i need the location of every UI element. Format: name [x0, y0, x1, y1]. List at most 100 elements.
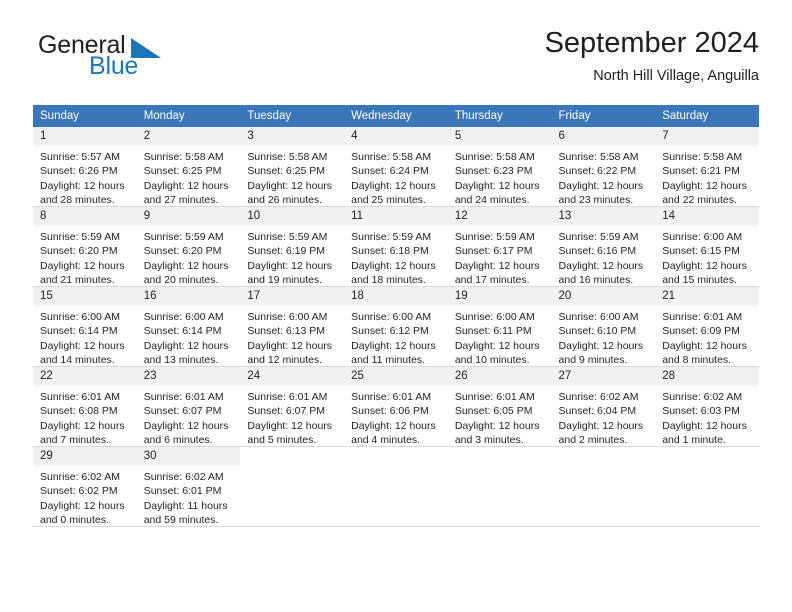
- sunset-text: Sunset: 6:11 PM: [454, 325, 532, 338]
- weekday-header-friday: Friday: [551, 105, 656, 127]
- sunrise-sunset-calendar: Sunday Monday Tuesday Wednesday Thursday…: [33, 105, 759, 527]
- day-number: 30: [136, 447, 241, 466]
- daylight-text: Daylight: 12 hours and 13 minutes.: [143, 339, 229, 366]
- daylight-text: Daylight: 12 hours and 21 minutes.: [40, 259, 125, 286]
- calendar-body: 1 Sunrise: 5:57 AM Sunset: 6:26 PM Daylight…: [33, 127, 759, 527]
- calendar-day-cell[interactable]: 30 Sunrise: 6:02 AM Sunset: 6:01 PM Dayligh…: [136, 447, 241, 527]
- day-details: [448, 466, 552, 526]
- calendar-day-cell[interactable]: 12 Sunrise: 5:59 AM Sunset: 6:17 PM Dayligh…: [447, 206, 552, 287]
- sunrise-text: Sunrise: 6:01 AM: [143, 391, 224, 403]
- calendar-day-cell[interactable]: 28 Sunrise: 6:02 AM Sunset: 6:03 PM Dayligh…: [655, 366, 759, 447]
- sunset-text: Sunset: 6:08 PM: [40, 405, 118, 418]
- sunset-text: Sunset: 6:19 PM: [247, 245, 326, 258]
- sunset-text: Sunset: 6:01 PM: [143, 485, 222, 498]
- daylight-text: Daylight: 12 hours and 0 minutes.: [40, 499, 125, 526]
- daylight-text: Daylight: 12 hours and 24 minutes.: [454, 179, 540, 206]
- daylight-text: Daylight: 12 hours and 23 minutes.: [558, 179, 644, 206]
- daylight-text: Daylight: 12 hours and 11 minutes.: [351, 339, 436, 366]
- day-number: 24: [240, 367, 345, 386]
- day-number: 26: [447, 367, 552, 386]
- sunset-text: Sunset: 6:25 PM: [247, 165, 326, 178]
- sunrise-text: Sunrise: 6:00 AM: [351, 311, 432, 323]
- calendar-day-cell[interactable]: 23 Sunrise: 6:01 AM Sunset: 6:07 PM Dayligh…: [136, 366, 241, 447]
- sunrise-text: Sunrise: 5:58 AM: [247, 151, 328, 163]
- calendar-day-cell-empty: [551, 447, 656, 527]
- calendar-day-cell[interactable]: 10 Sunrise: 5:59 AM Sunset: 6:19 PM Dayligh…: [240, 206, 345, 287]
- calendar-day-cell[interactable]: 15 Sunrise: 6:00 AM Sunset: 6:14 PM Dayligh…: [33, 286, 137, 367]
- calendar-day-cell[interactable]: 6 Sunrise: 5:58 AM Sunset: 6:22 PM Daylight…: [551, 127, 656, 207]
- day-details: Sunrise: 5:59 AM Sunset: 6:19 PM Daylight:…: [240, 226, 344, 286]
- day-number: 10: [240, 207, 345, 226]
- day-number: 3: [240, 127, 345, 146]
- daylight-text: Daylight: 12 hours and 25 minutes.: [351, 179, 436, 206]
- calendar-day-cell[interactable]: 25 Sunrise: 6:01 AM Sunset: 6:06 PM Dayligh…: [344, 366, 448, 447]
- calendar-day-cell[interactable]: 22 Sunrise: 6:01 AM Sunset: 6:08 PM Dayligh…: [33, 366, 137, 447]
- sunset-text: Sunset: 6:23 PM: [454, 165, 533, 178]
- calendar-week-row: 29 Sunrise: 6:02 AM Sunset: 6:02 PM Dayligh…: [33, 447, 759, 527]
- day-details: Sunrise: 6:01 AM Sunset: 6:06 PM Daylight:…: [344, 386, 448, 446]
- daylight-text: Daylight: 11 hours and 59 minutes.: [143, 499, 228, 526]
- sunset-text: Sunset: 6:20 PM: [143, 245, 222, 258]
- sunset-text: Sunset: 6:04 PM: [558, 405, 637, 418]
- calendar-day-cell[interactable]: 9 Sunrise: 5:59 AM Sunset: 6:20 PM Daylight…: [136, 206, 241, 287]
- sunrise-text: Sunrise: 6:01 AM: [247, 391, 328, 403]
- daylight-text: Daylight: 12 hours and 1 minute.: [662, 419, 747, 446]
- sunset-text: Sunset: 6:17 PM: [454, 245, 533, 258]
- location-subtitle: North Hill Village, Anguilla: [593, 68, 759, 84]
- calendar-day-cell[interactable]: 2 Sunrise: 5:58 AM Sunset: 6:25 PM Daylight…: [136, 127, 241, 207]
- sunrise-text: Sunrise: 5:59 AM: [558, 231, 639, 243]
- calendar-day-cell[interactable]: 8 Sunrise: 5:59 AM Sunset: 6:20 PM Daylight…: [33, 206, 137, 287]
- day-details: Sunrise: 5:57 AM Sunset: 6:26 PM Daylight:…: [33, 146, 137, 206]
- day-number: 23: [136, 367, 241, 386]
- calendar-day-cell[interactable]: 1 Sunrise: 5:57 AM Sunset: 6:26 PM Daylight…: [33, 127, 137, 207]
- calendar-day-cell[interactable]: 27 Sunrise: 6:02 AM Sunset: 6:04 PM Dayligh…: [551, 366, 656, 447]
- calendar-day-cell[interactable]: 24 Sunrise: 6:01 AM Sunset: 6:07 PM Dayligh…: [240, 366, 345, 447]
- day-number: 5: [447, 127, 552, 146]
- day-number: 9: [136, 207, 241, 226]
- day-details: [655, 466, 759, 526]
- day-details: Sunrise: 6:02 AM Sunset: 6:04 PM Daylight:…: [552, 386, 656, 446]
- sunrise-text: Sunrise: 6:00 AM: [247, 311, 328, 323]
- sunset-text: Sunset: 6:14 PM: [143, 325, 222, 338]
- day-number: [344, 447, 448, 466]
- day-number: 16: [136, 287, 241, 306]
- calendar-day-cell[interactable]: 5 Sunrise: 5:58 AM Sunset: 6:23 PM Daylight…: [447, 127, 552, 207]
- day-details: [344, 466, 448, 526]
- sunrise-text: Sunrise: 6:01 AM: [454, 391, 535, 403]
- day-details: Sunrise: 5:58 AM Sunset: 6:25 PM Daylight:…: [240, 146, 344, 206]
- sunset-text: Sunset: 6:07 PM: [143, 405, 222, 418]
- daylight-text: Daylight: 12 hours and 10 minutes.: [454, 339, 540, 366]
- calendar-day-cell[interactable]: 21 Sunrise: 6:01 AM Sunset: 6:09 PM Dayligh…: [655, 286, 759, 367]
- calendar-week-row: 15 Sunrise: 6:00 AM Sunset: 6:14 PM Dayligh…: [33, 286, 759, 367]
- calendar-day-cell[interactable]: 7 Sunrise: 5:58 AM Sunset: 6:21 PM Daylight…: [655, 127, 759, 207]
- calendar-day-cell[interactable]: 26 Sunrise: 6:01 AM Sunset: 6:05 PM Dayligh…: [447, 366, 552, 447]
- sunrise-text: Sunrise: 6:00 AM: [40, 311, 120, 323]
- sunset-text: Sunset: 6:16 PM: [558, 245, 637, 258]
- daylight-text: Daylight: 12 hours and 7 minutes.: [40, 419, 125, 446]
- calendar-week-row: 22 Sunrise: 6:01 AM Sunset: 6:08 PM Dayligh…: [33, 366, 759, 447]
- calendar-day-cell[interactable]: 4 Sunrise: 5:58 AM Sunset: 6:24 PM Daylight…: [344, 127, 448, 207]
- sunrise-text: Sunrise: 6:01 AM: [351, 391, 432, 403]
- day-number: 27: [551, 367, 656, 386]
- calendar-day-cell[interactable]: 19 Sunrise: 6:00 AM Sunset: 6:11 PM Dayligh…: [447, 286, 552, 367]
- calendar-day-cell[interactable]: 11 Sunrise: 5:59 AM Sunset: 6:18 PM Dayligh…: [344, 206, 448, 287]
- calendar-day-cell[interactable]: 20 Sunrise: 6:00 AM Sunset: 6:10 PM Dayligh…: [551, 286, 656, 367]
- sunrise-text: Sunrise: 5:59 AM: [247, 231, 328, 243]
- calendar-day-cell-empty: [344, 447, 448, 527]
- day-details: Sunrise: 6:00 AM Sunset: 6:14 PM Daylight:…: [33, 306, 137, 366]
- calendar-day-cell[interactable]: 3 Sunrise: 5:58 AM Sunset: 6:25 PM Daylight…: [240, 127, 345, 207]
- calendar-day-cell[interactable]: 13 Sunrise: 5:59 AM Sunset: 6:16 PM Dayligh…: [551, 206, 656, 287]
- general-blue-logo: General Blue: [33, 26, 273, 88]
- sunset-text: Sunset: 6:05 PM: [454, 405, 533, 418]
- calendar-day-cell[interactable]: 29 Sunrise: 6:02 AM Sunset: 6:02 PM Dayligh…: [33, 447, 137, 527]
- daylight-text: Daylight: 12 hours and 17 minutes.: [454, 259, 540, 286]
- day-number: 20: [551, 287, 656, 306]
- calendar-day-cell[interactable]: 14 Sunrise: 6:00 AM Sunset: 6:15 PM Dayligh…: [655, 206, 759, 287]
- calendar-day-cell[interactable]: 16 Sunrise: 6:00 AM Sunset: 6:14 PM Dayligh…: [136, 286, 241, 367]
- sunrise-text: Sunrise: 5:59 AM: [143, 231, 224, 243]
- calendar-day-cell[interactable]: 18 Sunrise: 6:00 AM Sunset: 6:12 PM Dayligh…: [344, 286, 448, 367]
- sunset-text: Sunset: 6:06 PM: [351, 405, 429, 418]
- weekday-header-saturday: Saturday: [655, 105, 759, 127]
- calendar-day-cell[interactable]: 17 Sunrise: 6:00 AM Sunset: 6:13 PM Dayligh…: [240, 286, 345, 367]
- day-details: Sunrise: 6:02 AM Sunset: 6:03 PM Daylight:…: [655, 386, 759, 446]
